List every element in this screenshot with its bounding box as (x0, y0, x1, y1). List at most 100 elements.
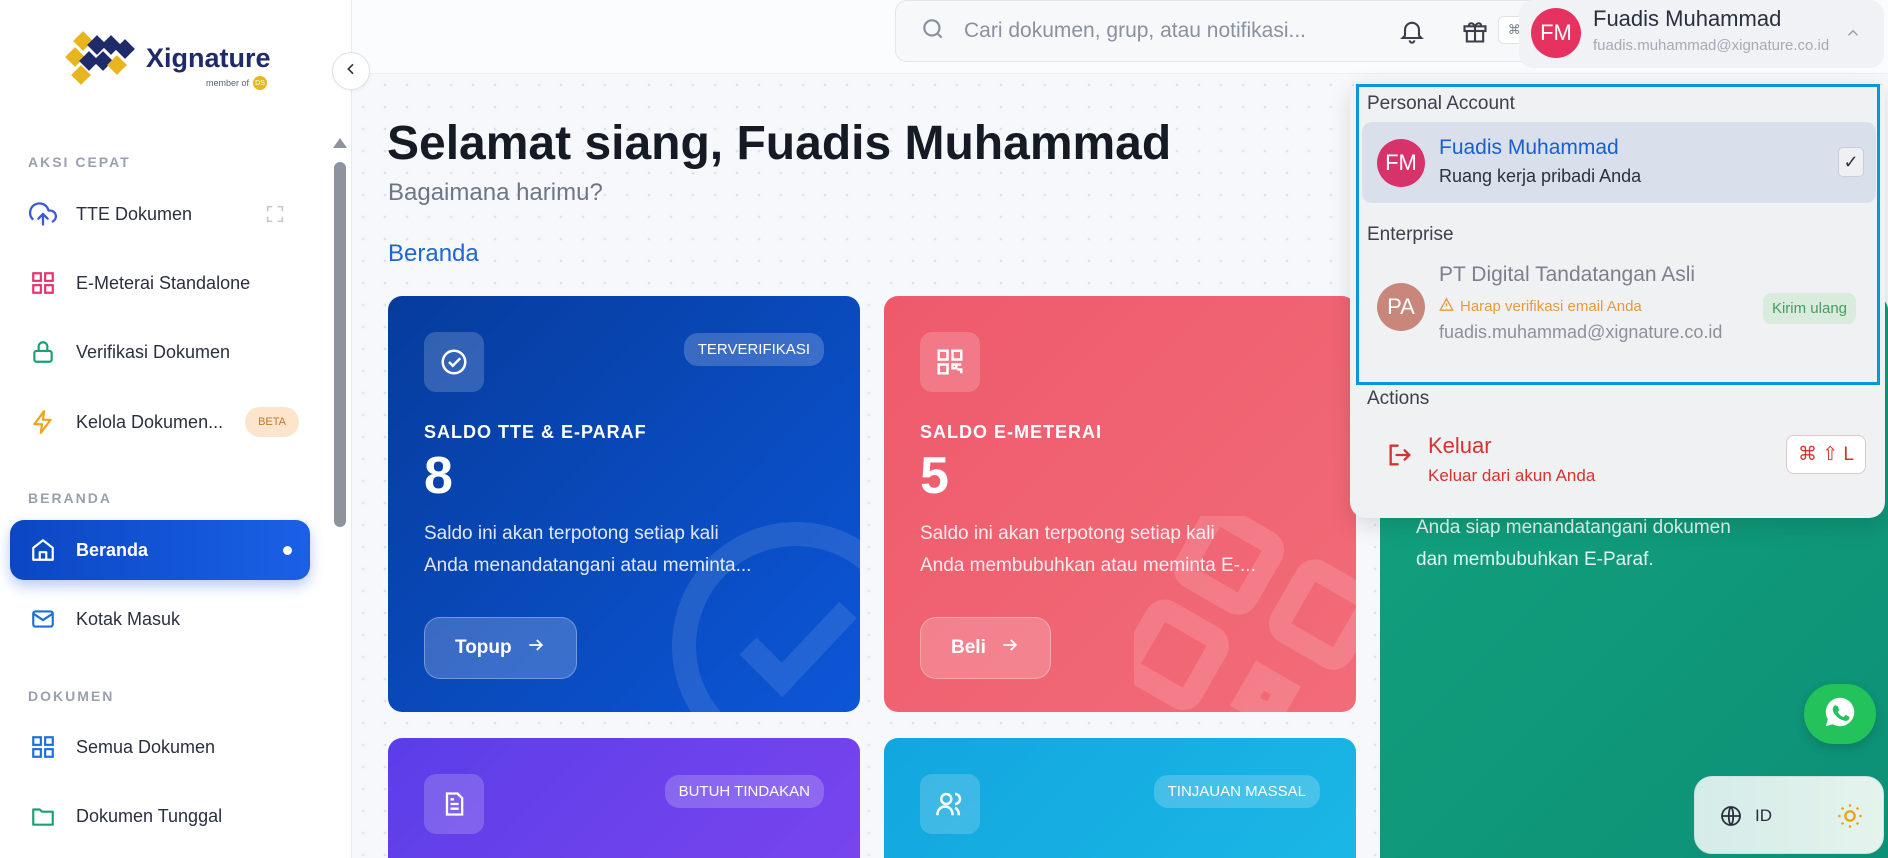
sidebar-item-verifikasi-dokumen[interactable]: Verifikasi Dokumen (10, 322, 310, 382)
account-name: Fuadis Muhammad (1439, 136, 1619, 159)
sun-icon[interactable] (1836, 802, 1864, 835)
card-label: SALDO TTE & E-PARAF (424, 422, 647, 442)
language-code[interactable]: ID (1755, 806, 1772, 826)
card-description-line: Saldo ini akan terpotong setiap kali (424, 523, 719, 544)
sidebar-item-tte-dokumen[interactable]: TTE Dokumen (10, 184, 310, 244)
status-badge: BUTUH TINDAKAN (664, 775, 824, 808)
warning-text: Harap verifikasi email Anda (1460, 298, 1642, 315)
sidebar-item-label: Verifikasi Dokumen (76, 341, 231, 362)
butuh-tindakan-card[interactable]: BUTUH TINDAKAN (388, 738, 860, 858)
section-beranda: BERANDA (28, 490, 112, 506)
sidebar-item-dokumen-tunggal[interactable]: Dokumen Tunggal (10, 786, 310, 846)
card-description-line: Saldo ini akan terpotong setiap kali (920, 523, 1215, 544)
verification-warning: Harap verifikasi email Anda (1439, 297, 1642, 316)
chevron-left-icon (343, 61, 359, 82)
lock-icon (28, 337, 58, 367)
saldo-emeterai-card: SALDO E-METERAI 5 Saldo ini akan terpoto… (884, 296, 1356, 712)
user-menu-button[interactable]: FM Fuadis Muhammad fuadis.muhammad@xigna… (1519, 0, 1884, 68)
verified-icon (424, 332, 484, 392)
button-label: Topup (455, 637, 512, 658)
sidebar: Xignature member of DS AKSI CEPAT TTE Do… (0, 0, 352, 858)
account-subtitle: Ruang kerja pribadi Anda (1439, 166, 1642, 186)
card-description: Saldo ini akan terpotong setiap kali And… (424, 518, 794, 582)
section-dokumen: DOKUMEN (28, 688, 115, 704)
actions-heading: Actions (1367, 388, 1430, 409)
card-description: Anda siap menandatangani dokumen dan mem… (1416, 512, 1836, 576)
enterprise-heading: Enterprise (1367, 224, 1454, 245)
card-value: 5 (920, 447, 949, 505)
bell-icon[interactable] (1395, 14, 1429, 48)
whatsapp-button[interactable] (1804, 684, 1876, 744)
saldo-tte-card: TERVERIFIKASI SALDO TTE & E-PARAF 8 Sald… (388, 296, 860, 712)
enterprise-account-item[interactable]: PA PT Digital Tandatangan Asli Harap ver… (1362, 253, 1876, 368)
sidebar-item-kotak-masuk[interactable]: Kotak Masuk (10, 589, 310, 649)
sidebar-item-label: E-Meterai Standalone (76, 272, 251, 293)
xignature-logo-icon (65, 30, 138, 86)
chevron-up-icon (1844, 24, 1862, 47)
avatar: FM (1377, 139, 1425, 187)
bolt-icon (28, 407, 58, 437)
account-email: fuadis.muhammad@xignature.co.id (1439, 322, 1723, 342)
logout-icon (1386, 441, 1414, 474)
sidebar-item-label: Beranda (76, 539, 149, 560)
section-aksi-cepat: AKSI CEPAT (28, 154, 131, 170)
user-email: fuadis.muhammad@xignature.co.id (1593, 37, 1830, 54)
qr-code-icon (920, 332, 980, 392)
avatar: PA (1377, 283, 1425, 331)
sidebar-item-label: TTE Dokumen (76, 203, 193, 224)
globe-icon[interactable] (1719, 804, 1743, 833)
whatsapp-icon (1822, 694, 1858, 735)
account-dropdown: Personal Account FM Fuadis Muhammad Ruan… (1350, 80, 1885, 518)
search-placeholder: Cari dokumen, grup, atau notifikasi... (964, 19, 1307, 42)
card-description-line: Anda membubuhkan atau meminta E-... (920, 555, 1256, 576)
personal-account-item[interactable]: FM Fuadis Muhammad Ruang kerja pribadi A… (1362, 122, 1876, 203)
topup-button[interactable]: Topup (424, 617, 577, 679)
sidebar-item-label: Kotak Masuk (76, 608, 181, 629)
member-badge: DS (253, 76, 268, 90)
language-theme-switcher: ID (1694, 776, 1884, 854)
card-description: Saldo ini akan terpotong setiap kali And… (920, 518, 1290, 582)
home-icon (28, 535, 58, 565)
beta-badge: BETA (245, 407, 299, 437)
sidebar-item-semua-dokumen[interactable]: Semua Dokumen (10, 717, 310, 777)
beli-button[interactable]: Beli (920, 617, 1051, 679)
scroll-up-arrow-icon[interactable] (333, 138, 347, 148)
mail-icon (28, 604, 58, 634)
users-icon (920, 774, 980, 834)
search-icon (920, 16, 946, 47)
collapse-sidebar-button[interactable] (332, 52, 370, 90)
card-value: 8 (424, 447, 453, 505)
warning-icon (1439, 297, 1454, 316)
expand-icon[interactable] (264, 203, 286, 230)
kirim-ulang-button[interactable]: Kirim ulang (1762, 293, 1856, 324)
grid-icon (28, 268, 58, 298)
sidebar-item-label: Kelola Dokumen... (76, 411, 224, 432)
sidebar-item-kelola-dokumen[interactable]: Kelola Dokumen... BETA (10, 392, 310, 452)
personal-account-heading: Personal Account (1367, 93, 1515, 114)
logout-shortcut: ⌘ ⇧ L (1785, 435, 1866, 474)
page-subtitle: Bagaimana harimu? (388, 179, 603, 206)
section-title: Beranda (388, 240, 479, 267)
sidebar-item-label: Dokumen Tunggal (76, 805, 223, 826)
grid-icon (28, 732, 58, 762)
scroll-thumb[interactable] (334, 162, 346, 527)
status-badge: TERVERIFIKASI (683, 333, 824, 366)
sidebar-item-beranda[interactable]: Beranda (10, 520, 310, 580)
arrow-right-icon (1000, 635, 1020, 661)
logout-item[interactable]: Keluar Keluar dari akun Anda ⌘ ⇧ L (1362, 425, 1876, 495)
arrow-right-icon (526, 635, 546, 661)
brand-member-of: member of DS (206, 76, 268, 90)
tinjauan-massal-card[interactable]: TINJAUAN MASSAL (884, 738, 1356, 858)
account-name: PT Digital Tandatangan Asli (1439, 263, 1696, 286)
user-name: Fuadis Muhammad (1593, 6, 1782, 31)
logout-subtitle: Keluar dari akun Anda (1428, 466, 1596, 485)
document-icon (424, 774, 484, 834)
gift-icon[interactable] (1458, 14, 1492, 48)
sidebar-item-e-meterai[interactable]: E-Meterai Standalone (10, 253, 310, 313)
upload-cloud-icon (28, 199, 58, 229)
card-description-line: dan membubuhkan E-Paraf. (1416, 549, 1654, 570)
sidebar-scrollbar[interactable] (333, 138, 347, 858)
card-description-line: Anda menandatangani atau meminta... (424, 555, 752, 576)
folder-icon (28, 801, 58, 831)
button-label: Beli (951, 637, 986, 658)
